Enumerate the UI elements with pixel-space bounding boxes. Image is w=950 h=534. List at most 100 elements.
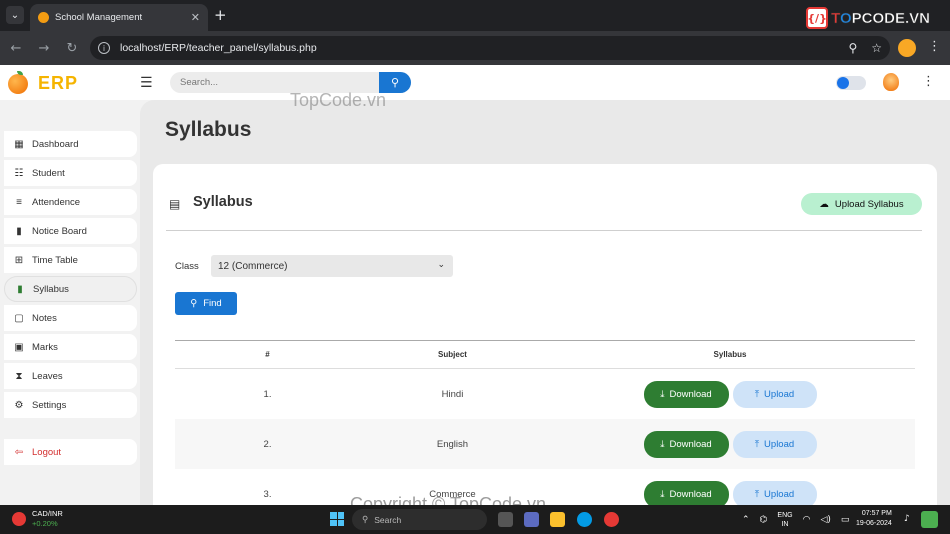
- brand-o: O: [839, 9, 852, 27]
- class-select-value: 12 (Commerce): [218, 260, 288, 272]
- row-number: 2.: [263, 438, 272, 450]
- chrome-icon[interactable]: [604, 512, 619, 527]
- gear-icon: ⚙: [14, 399, 24, 411]
- stock-widget[interactable]: CAD/INR +0.20%: [12, 509, 63, 529]
- sidebar-item-label: Dashboard: [32, 138, 79, 150]
- table-icon: ⊞: [14, 254, 24, 266]
- sidebar-item-leaves[interactable]: ⧗ Leaves: [4, 363, 137, 389]
- app-logo[interactable]: ERP: [8, 70, 78, 94]
- forward-icon[interactable]: →: [32, 41, 56, 56]
- upload-button[interactable]: ⤒ Upload: [732, 380, 817, 408]
- ticker-change: +0.20%: [32, 519, 58, 528]
- volume-icon[interactable]: ◁): [820, 515, 830, 525]
- taskbar-search[interactable]: ⚲ Search: [352, 509, 487, 530]
- address-bar[interactable]: i localhost/ERP/teacher_panel/syllabus.p…: [90, 36, 890, 60]
- sidebar-item-label: Leaves: [32, 370, 63, 382]
- sidebar-item-settings[interactable]: ⚙ Settings: [4, 392, 137, 418]
- table-header: # Subject Syllabus: [175, 341, 915, 369]
- page-title: Syllabus: [165, 118, 252, 141]
- user-avatar-icon[interactable]: [883, 73, 899, 91]
- sidebar-item-logout[interactable]: ⇦ Logout: [4, 439, 137, 465]
- notification-bell-icon[interactable]: ♪: [904, 514, 910, 524]
- browser-menu-icon[interactable]: ⋮: [928, 39, 941, 54]
- upload-syllabus-button[interactable]: ☁ Upload Syllabus: [801, 193, 922, 215]
- logout-icon: ⇦: [14, 446, 24, 458]
- find-label: Find: [203, 298, 222, 309]
- wifi-icon[interactable]: ◠: [803, 515, 811, 525]
- topcode-logo: {/} TOPCODE.VN: [806, 6, 930, 30]
- divider: [166, 230, 922, 231]
- upload-icon: ⤒: [754, 488, 760, 500]
- class-select[interactable]: 12 (Commerce) ⌄: [211, 255, 453, 277]
- sidebar: ▦ Dashboard ☷ Student ≡ Attendence ▮ Notice …: [0, 100, 140, 505]
- search-input[interactable]: [170, 72, 379, 93]
- sidebar-item-student[interactable]: ☷ Student: [4, 160, 137, 186]
- taskbar-search-label: Search: [374, 514, 402, 525]
- find-button[interactable]: ⚲ Find: [175, 292, 237, 315]
- marks-icon: ▣: [14, 341, 24, 353]
- windows-start-icon[interactable]: [330, 512, 344, 526]
- edge-icon[interactable]: [577, 512, 592, 527]
- site-info-icon[interactable]: i: [98, 42, 110, 54]
- download-button[interactable]: ⤓ Download: [643, 380, 729, 408]
- table-row: 2. English ⤓ Download ⤒ Upload: [175, 419, 915, 469]
- notes-icon: ▢: [14, 312, 24, 324]
- zoom-icon[interactable]: ⚲: [848, 41, 857, 55]
- sidebar-item-dashboard[interactable]: ▦ Dashboard: [4, 131, 137, 157]
- tab-close-icon[interactable]: ✕: [191, 11, 200, 24]
- document-icon: ▤: [169, 197, 181, 211]
- row-subject: Hindi: [441, 388, 464, 400]
- sidebar-item-marks[interactable]: ▣ Marks: [4, 334, 137, 360]
- attendence-icon: ≡: [16, 196, 22, 208]
- more-options-icon[interactable]: ⋮: [922, 74, 935, 89]
- reload-icon[interactable]: ↻: [60, 41, 84, 56]
- network-status-icon[interactable]: ⌬: [760, 515, 768, 525]
- header-syllabus: Syllabus: [713, 350, 747, 359]
- sidebar-item-notice-board[interactable]: ▮ Notice Board: [4, 218, 137, 244]
- battery-icon[interactable]: ▭: [841, 515, 850, 525]
- copilot-icon[interactable]: [921, 511, 938, 528]
- download-icon: ⤓: [660, 438, 665, 450]
- sidebar-item-time-table[interactable]: ⊞ Time Table: [4, 247, 137, 273]
- header-number: #: [265, 350, 270, 359]
- new-tab-button[interactable]: +: [214, 6, 227, 24]
- main-content: Syllabus ▤ Syllabus ☁ Upload Syllabus Cl…: [140, 100, 950, 505]
- sidebar-item-notes[interactable]: ▢ Notes: [4, 305, 137, 331]
- upload-icon: ⤒: [754, 438, 760, 450]
- sidebar-item-attendence[interactable]: ≡ Attendence: [4, 189, 137, 215]
- syllabus-card: ▤ Syllabus ☁ Upload Syllabus Class 12 (C…: [153, 164, 937, 505]
- hamburger-menu-icon[interactable]: ☰: [140, 75, 153, 91]
- browser-tab[interactable]: School Management ✕: [30, 4, 208, 31]
- tab-list-button[interactable]: ⌄: [6, 6, 24, 24]
- brand-prefix: T: [831, 9, 840, 27]
- stock-icon: [12, 512, 26, 526]
- download-icon: ⤓: [660, 388, 665, 400]
- search-button[interactable]: ⚲: [379, 72, 411, 93]
- profile-avatar[interactable]: [898, 39, 916, 57]
- task-view-icon[interactable]: [498, 512, 513, 527]
- toggle-knob: [837, 77, 849, 89]
- bookmark-star-icon[interactable]: ☆: [871, 41, 882, 55]
- header-subject: Subject: [438, 350, 467, 359]
- table-row: 1. Hindi ⤓ Download ⤒ Upload: [175, 369, 915, 419]
- upload-label: Upload: [764, 488, 795, 500]
- upload-button[interactable]: ⤒ Upload: [732, 430, 817, 458]
- class-label: Class: [175, 261, 199, 272]
- theme-toggle[interactable]: [836, 76, 866, 90]
- web-page: ERP ☰ ⚲ ⋮ ▦ Dashboard ☷ Student ≡ Attendenc…: [0, 65, 950, 505]
- sidebar-item-label: Syllabus: [33, 283, 69, 295]
- url-text[interactable]: localhost/ERP/teacher_panel/syllabus.php: [120, 42, 848, 54]
- download-button[interactable]: ⤓ Download: [643, 430, 729, 458]
- card-title: Syllabus: [193, 194, 253, 210]
- download-label: Download: [669, 488, 712, 500]
- back-icon[interactable]: ←: [4, 41, 28, 56]
- file-explorer-icon[interactable]: [550, 512, 565, 527]
- teams-icon[interactable]: [524, 512, 539, 527]
- download-button[interactable]: ⤓ Download: [643, 480, 729, 505]
- sidebar-item-syllabus[interactable]: ▮ Syllabus: [4, 276, 137, 302]
- taskbar-clock[interactable]: 07:57 PM 19-06-2024: [856, 509, 892, 529]
- sidebar-item-label: Settings: [32, 399, 67, 411]
- language-indicator[interactable]: ENG IN: [777, 511, 792, 529]
- chevron-up-icon[interactable]: ⌃: [742, 515, 750, 525]
- upload-button[interactable]: ⤒ Upload: [732, 480, 817, 505]
